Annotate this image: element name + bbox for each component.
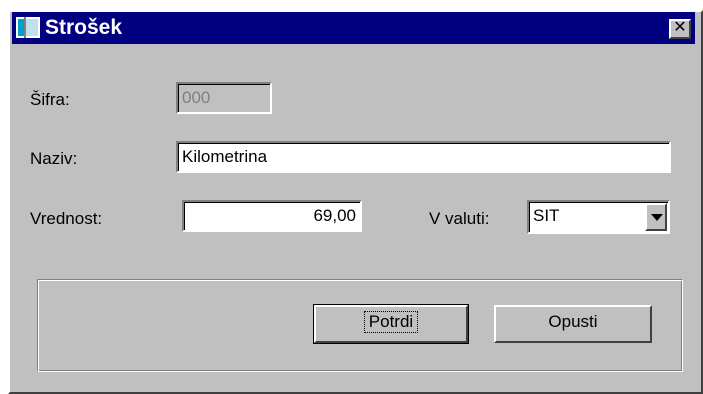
valuta-label: V valuti:	[429, 209, 490, 228]
cancel-label: Opusti	[548, 312, 598, 331]
valuta-value: SIT	[533, 206, 560, 225]
close-icon: ✕	[673, 19, 687, 36]
vrednost-label: Vrednost:	[30, 209, 103, 228]
naziv-label: Naziv:	[30, 149, 78, 168]
close-button[interactable]: ✕	[669, 19, 691, 39]
confirm-label: Potrdi	[363, 311, 419, 333]
sifra-label: Šifra:	[30, 90, 70, 109]
title-bar[interactable]: Strošek ✕	[12, 12, 695, 44]
cancel-button[interactable]: Opusti	[494, 305, 652, 343]
dropdown-button[interactable]	[645, 203, 667, 231]
vrednost-input[interactable]: 69,00	[182, 200, 362, 232]
dialog-window: Strošek ✕ Šifra: 000 Naziv: Kilometrina …	[8, 10, 703, 394]
sifra-field: 000	[176, 82, 272, 114]
confirm-button[interactable]: Potrdi	[314, 305, 468, 343]
vrednost-value: 69,00	[313, 206, 356, 225]
naziv-input[interactable]: Kilometrina	[176, 141, 671, 173]
naziv-value: Kilometrina	[182, 147, 268, 166]
chevron-down-icon	[651, 214, 663, 221]
sifra-value: 000	[182, 88, 211, 107]
valuta-select[interactable]: SIT	[527, 200, 670, 234]
window-icon	[16, 17, 40, 38]
window-title: Strošek	[45, 16, 123, 39]
